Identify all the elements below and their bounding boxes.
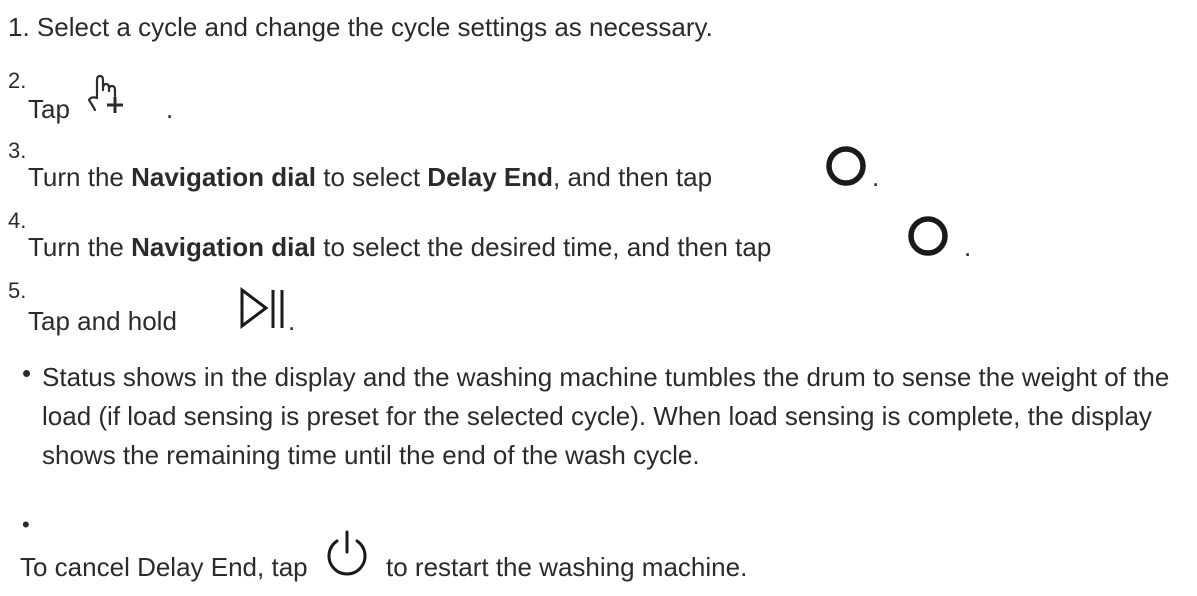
play-pause-icon bbox=[238, 286, 292, 337]
step-5-number: 5. bbox=[8, 278, 27, 303]
hand-tap-plus-icon bbox=[83, 74, 131, 125]
step-4-period: . bbox=[964, 232, 972, 262]
step-3: 3. Turn the Navigation dial to select De… bbox=[8, 138, 908, 198]
bullet-cancel-pre: To cancel Delay End, tap bbox=[20, 552, 308, 582]
step-4-number: 4. bbox=[8, 208, 27, 233]
step-3-pre: Turn the bbox=[28, 162, 132, 192]
step-1-number: 1. bbox=[8, 12, 30, 42]
bullet-cancel-post: to restart the washing machine. bbox=[386, 552, 748, 582]
bullet-status-text: Status shows in the display and the wash… bbox=[42, 362, 1170, 470]
navigation-dial-label-2: Navigation dial bbox=[131, 232, 317, 262]
step-3-number: 3. bbox=[8, 138, 27, 163]
step-1: 1. Select a cycle and change the cycle s… bbox=[8, 12, 713, 43]
step-4-pre: Turn the bbox=[28, 232, 132, 262]
step-1-text: Select a cycle and change the cycle sett… bbox=[36, 12, 713, 42]
step-3-period: . bbox=[872, 162, 880, 192]
step-4: 4. Turn the Navigation dial to select th… bbox=[8, 208, 971, 268]
step-2-text: Tap bbox=[28, 94, 70, 124]
step-4-text: Turn the Navigation dial to select the d… bbox=[28, 232, 771, 263]
step-3-mid: to select bbox=[316, 162, 428, 192]
power-icon bbox=[322, 530, 372, 589]
bullet-mark: • bbox=[22, 358, 32, 388]
step-2-number: 2. bbox=[8, 68, 27, 93]
circle-icon bbox=[906, 214, 950, 265]
bullet-cancel: • To cancel Delay End, tap to restart th… bbox=[20, 512, 922, 596]
circle-icon bbox=[824, 144, 868, 195]
step-5-period: . bbox=[288, 306, 296, 336]
navigation-dial-label: Navigation dial bbox=[131, 162, 317, 192]
step-2: 2. Tap . bbox=[8, 68, 408, 124]
bullet-mark: • bbox=[22, 512, 30, 537]
delay-end-label: Delay End bbox=[427, 162, 554, 192]
step-5-text: Tap and hold bbox=[28, 306, 177, 336]
step-3-post: , and then tap bbox=[553, 162, 713, 192]
step-3-text: Turn the Navigation dial to select Delay… bbox=[28, 162, 712, 193]
step-5: 5. Tap and hold . bbox=[8, 278, 508, 344]
step-4-mid: to select the desired time, and then tap bbox=[316, 232, 772, 262]
step-2-period: . bbox=[166, 94, 174, 124]
